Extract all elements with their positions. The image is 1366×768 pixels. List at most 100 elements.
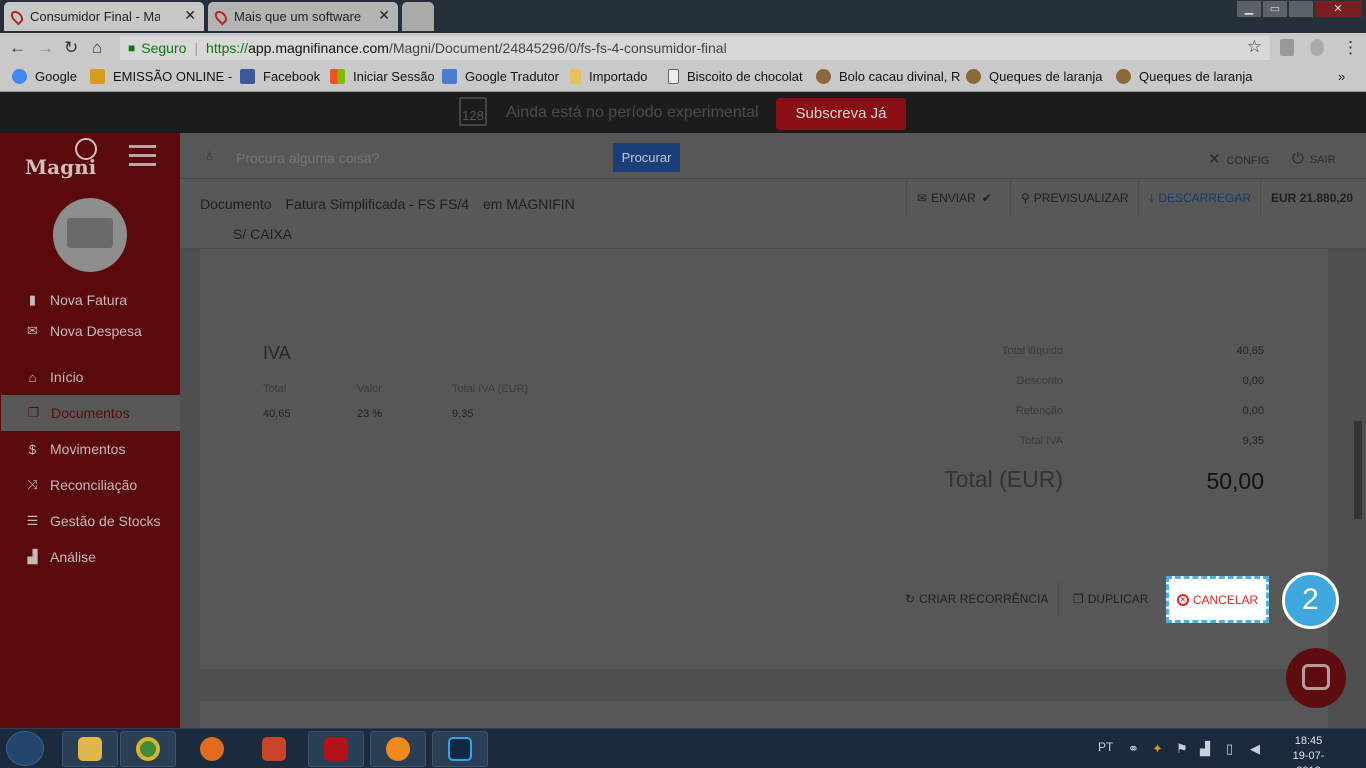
iva-cell-total: 40,65 <box>263 408 291 420</box>
iva-cell-valor: 23 % <box>357 408 383 420</box>
network-icon[interactable]: ⚭ <box>1128 741 1139 757</box>
extension-icon[interactable] <box>1310 39 1324 56</box>
logo[interactable]: Magni <box>25 155 96 179</box>
sidebar-item-analise[interactable]: ▟ Análise <box>0 539 180 575</box>
maximize-button[interactable]: ▭ <box>1262 0 1288 18</box>
bookmark-item[interactable]: Iniciar Sessão <box>330 69 435 84</box>
sidebar-item-nova-fatura[interactable]: ▮ Nova Fatura <box>0 287 180 313</box>
close-window-button[interactable]: ✕ <box>1314 0 1362 18</box>
tools-icon: ✕ <box>1208 151 1221 168</box>
cash-register-icon <box>67 218 113 248</box>
bookmark-item[interactable]: Bolo cacau divinal, R <box>816 69 960 84</box>
taskbar-avast[interactable] <box>370 731 426 767</box>
tab-software[interactable]: Mais que um software de ✕ <box>208 2 398 31</box>
page-icon <box>668 69 679 84</box>
sidebar: Magni ▮ Nova Fatura ✉ Nova Despesa ⌂ Início… <box>0 133 180 728</box>
folder-icon <box>570 69 581 84</box>
search-button[interactable]: Procurar <box>613 143 680 172</box>
tutorial-step-badge: 2 <box>1282 572 1339 629</box>
close-tab-icon[interactable]: ✕ <box>184 7 196 24</box>
breadcrumb: Documento Fatura Simplificada - FS FS/4 … <box>200 196 575 212</box>
forward-icon[interactable]: → <box>37 38 54 58</box>
language-indicator[interactable]: PT <box>1098 740 1113 754</box>
bookmark-item[interactable]: Facebook <box>240 69 320 84</box>
duplicate-button[interactable]: ❐ DUPLICAR <box>1073 592 1148 606</box>
sidebar-item-documentos[interactable]: ❐ Documentos <box>1 395 180 431</box>
copy-icon: ❐ <box>1073 592 1084 606</box>
download-button[interactable]: ⤓ DESCARREGAR <box>1138 179 1261 217</box>
avatar[interactable] <box>53 198 127 272</box>
start-button[interactable] <box>6 731 44 766</box>
flag-icon[interactable]: ⚑ <box>1176 741 1188 757</box>
scrollbar[interactable] <box>1350 249 1366 728</box>
clock[interactable]: 18:4519-07-2018 <box>1281 734 1336 768</box>
back-icon[interactable]: ← <box>9 38 26 58</box>
bookmark-item[interactable]: Queques de laranja <box>966 69 1102 84</box>
close-tab-icon[interactable]: ✕ <box>378 7 390 24</box>
sidebar-item-inicio[interactable]: ⌂ Início <box>0 359 180 395</box>
menu-dots-icon[interactable]: ⋮ <box>1342 38 1359 58</box>
grand-total-label: Total (EUR) <box>944 466 1063 492</box>
star-icon[interactable]: ☆ <box>1247 37 1262 57</box>
subscribe-button[interactable]: Subscreva Já <box>776 98 906 130</box>
calendar-icon: 128 <box>459 97 487 126</box>
cancel-circle-icon: × <box>1176 593 1189 606</box>
home-icon[interactable]: ⌂ <box>92 38 102 58</box>
taskbar-firefox[interactable] <box>184 731 240 767</box>
search-input[interactable] <box>236 150 596 166</box>
bookmark-item[interactable]: EMISSÃO ONLINE - <box>90 69 232 84</box>
battery-icon[interactable]: ▯ <box>1226 741 1233 757</box>
config-button[interactable]: ✕ CONFIG <box>1208 150 1269 168</box>
photoshop-icon <box>448 737 472 761</box>
bookmark-item[interactable]: Google <box>12 69 77 84</box>
bookmark-item[interactable]: Importado <box>570 69 648 84</box>
send-button[interactable]: ✉ ENVIAR ✔ <box>906 179 1002 217</box>
taskbar-explorer[interactable] <box>62 731 118 767</box>
taskbar-chrome[interactable] <box>120 731 176 767</box>
sidebar-item-gestao-stocks[interactable]: ☰ Gestão de Stocks <box>0 503 180 539</box>
volume-icon[interactable]: ◀ <box>1250 741 1260 757</box>
logout-button[interactable]: ⏻ SAIR <box>1292 150 1336 167</box>
sidebar-item-movimentos[interactable]: $ Movimentos <box>0 431 180 467</box>
extension-icon[interactable] <box>1280 39 1294 56</box>
creative-cloud-icon <box>324 737 348 761</box>
iva-header-total: Total <box>263 383 287 395</box>
lock-icon: ■ <box>128 41 136 55</box>
new-tab-button[interactable] <box>402 2 434 31</box>
tab-consumidor-final[interactable]: Consumidor Final - Magn ✕ <box>4 2 204 31</box>
bookmark-item[interactable]: Biscoito de chocolat <box>668 69 803 84</box>
pin-favicon-icon <box>212 8 230 25</box>
recipe-icon <box>966 69 981 84</box>
documents-icon: ❐ <box>27 405 40 420</box>
create-recurrence-button[interactable]: ↻ CRIAR RECORRÊNCIA <box>905 592 1048 606</box>
chat-launcher-button[interactable] <box>1286 648 1346 708</box>
refresh-icon: ↻ <box>905 592 916 606</box>
address-bar[interactable]: ■ Seguro | https://app.magnifinance.com/… <box>120 36 1270 60</box>
scrollbar-thumb[interactable] <box>1354 421 1362 519</box>
bookmarks-overflow-button[interactable]: » <box>1338 69 1345 84</box>
retencao-label: Retenção <box>1015 405 1063 417</box>
iva-cell-total-iva: 9,35 <box>452 408 474 420</box>
document-series: S/ CAIXA <box>233 226 293 242</box>
preview-button[interactable]: ⚲ PREVISUALIZAR <box>1010 179 1139 217</box>
bookmark-item[interactable]: Google Tradutor <box>442 69 559 84</box>
stocks-icon: ☰ <box>26 513 39 528</box>
sidebar-item-reconciliacao[interactable]: ⤨ Reconciliação <box>0 467 180 503</box>
bookmark-item[interactable]: Queques de laranja <box>1116 69 1252 84</box>
document-card: IVA Total Valor Total IVA (EUR) 40,65 23… <box>200 249 1328 669</box>
signal-icon[interactable]: ▟ <box>1200 741 1210 757</box>
sidebar-item-nova-despesa[interactable]: ✉ Nova Despesa <box>0 318 180 344</box>
total-iva-label: Total IVA <box>1019 435 1063 447</box>
total-liquido-value: 40,65 <box>1236 345 1264 357</box>
taskbar-photoshop[interactable] <box>432 731 488 767</box>
taskbar-creative-cloud[interactable] <box>308 731 364 767</box>
taskbar-presentation[interactable] <box>246 731 302 767</box>
restore-button[interactable] <box>1288 0 1314 18</box>
cancel-button[interactable]: × CANCELAR <box>1166 576 1269 623</box>
avast-tray-icon[interactable]: ✦ <box>1152 741 1163 757</box>
trial-message: Ainda está no período experimental <box>506 104 759 121</box>
hamburger-menu-icon[interactable] <box>129 145 156 172</box>
envelope-icon: ✉ <box>917 191 928 205</box>
minimize-button[interactable]: ▁ <box>1236 0 1262 18</box>
reload-icon[interactable]: ↻ <box>64 38 78 58</box>
